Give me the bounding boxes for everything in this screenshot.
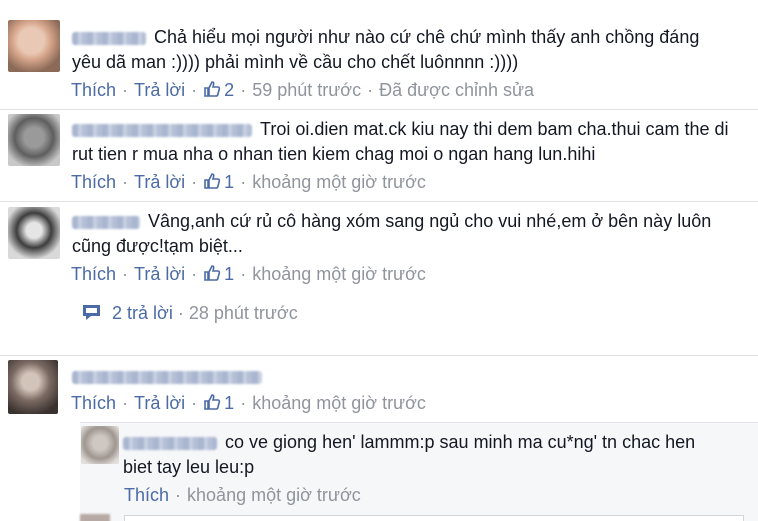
like-link[interactable]: Thích (71, 172, 116, 192)
author-name[interactable] (72, 215, 140, 229)
divider (0, 109, 758, 110)
reply-input[interactable] (124, 515, 744, 521)
thumbs-up-icon (204, 81, 221, 97)
speech-bubble-icon (83, 305, 100, 320)
replies-time[interactable]: 28 phút trước (189, 303, 298, 323)
reply-link[interactable]: Trả lời (134, 80, 185, 100)
comment-text: Vâng,anh cứ rủ cô hàng xóm sang ngủ cho … (72, 211, 712, 256)
timestamp[interactable]: 59 phút trước (252, 80, 361, 100)
thumbs-up-icon (204, 173, 221, 189)
replies-count-link[interactable]: 2 trả lời (112, 303, 173, 323)
reply-link[interactable]: Trả lời (134, 393, 185, 413)
edited-label[interactable]: Đã được chỉnh sửa (379, 80, 534, 100)
like-count[interactable]: 1 (203, 172, 234, 192)
divider (0, 201, 758, 202)
like-count[interactable]: 1 (203, 264, 234, 284)
comment-text: Chả hiểu mọi người như nào cứ chê chứ mì… (72, 27, 700, 72)
like-count[interactable]: 2 (203, 80, 234, 100)
comment-actions: Thích · Trả lời · 1 · khoảng một giờ trước (71, 264, 426, 284)
avatar[interactable] (8, 360, 58, 414)
avatar[interactable] (8, 20, 60, 72)
timestamp[interactable]: khoảng một giờ trước (252, 264, 426, 284)
reply-actions: Thích · khoảng một giờ trước (124, 485, 361, 505)
author-name[interactable] (123, 436, 217, 450)
avatar[interactable] (8, 114, 60, 166)
comment-actions: Thích · Trả lời · 1 · khoảng một giờ trước (71, 172, 426, 192)
timestamp[interactable]: khoảng một giờ trước (187, 485, 361, 505)
timestamp[interactable]: khoảng một giờ trước (252, 393, 426, 413)
avatar[interactable] (81, 426, 119, 464)
comment-actions: Thích · Trả lời · 2 · 59 phút trước · Đã được ch… (71, 80, 535, 100)
like-count[interactable]: 1 (203, 393, 234, 413)
view-replies[interactable]: 2 trả lời · 28 phút trước (80, 302, 298, 324)
author-name[interactable] (72, 370, 262, 384)
author-name[interactable] (72, 31, 146, 45)
thumbs-up-icon (204, 265, 221, 281)
avatar (80, 514, 110, 521)
reply-link[interactable]: Trả lời (134, 264, 185, 284)
like-link[interactable]: Thích (71, 80, 116, 100)
author-name[interactable] (72, 123, 252, 137)
reply-link[interactable]: Trả lời (134, 172, 185, 192)
like-link[interactable]: Thích (71, 393, 116, 413)
avatar[interactable] (8, 207, 60, 259)
divider (0, 355, 758, 356)
timestamp[interactable]: khoảng một giờ trước (252, 172, 426, 192)
thumbs-up-icon (204, 394, 221, 410)
like-link[interactable]: Thích (71, 264, 116, 284)
comment-actions: Thích · Trả lời · 1 · khoảng một giờ trước (71, 393, 426, 413)
like-link[interactable]: Thích (124, 485, 169, 505)
